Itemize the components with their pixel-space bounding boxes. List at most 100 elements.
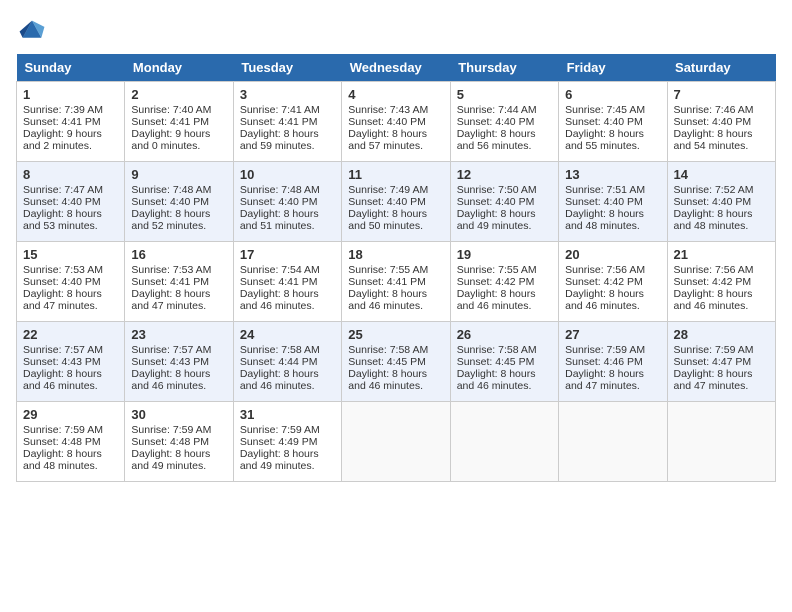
weekday-header-thursday: Thursday [450, 54, 558, 82]
calendar-cell: 6Sunrise: 7:45 AMSunset: 4:40 PMDaylight… [559, 82, 667, 162]
day-number: 14 [674, 167, 769, 182]
sunset-text: Sunset: 4:41 PM [348, 276, 443, 288]
weekday-header-monday: Monday [125, 54, 233, 82]
calendar-cell: 15Sunrise: 7:53 AMSunset: 4:40 PMDayligh… [17, 242, 125, 322]
daylight-text: Daylight: 8 hours and 47 minutes. [131, 288, 226, 312]
calendar-cell: 31Sunrise: 7:59 AMSunset: 4:49 PMDayligh… [233, 402, 341, 482]
calendar-cell: 8Sunrise: 7:47 AMSunset: 4:40 PMDaylight… [17, 162, 125, 242]
sunrise-text: Sunrise: 7:57 AM [23, 344, 118, 356]
day-number: 22 [23, 327, 118, 342]
sunrise-text: Sunrise: 7:49 AM [348, 184, 443, 196]
sunset-text: Sunset: 4:40 PM [348, 196, 443, 208]
calendar-cell: 1Sunrise: 7:39 AMSunset: 4:41 PMDaylight… [17, 82, 125, 162]
sunset-text: Sunset: 4:41 PM [240, 116, 335, 128]
weekday-header-saturday: Saturday [667, 54, 775, 82]
calendar-cell: 14Sunrise: 7:52 AMSunset: 4:40 PMDayligh… [667, 162, 775, 242]
daylight-text: Daylight: 8 hours and 57 minutes. [348, 128, 443, 152]
sunset-text: Sunset: 4:40 PM [457, 116, 552, 128]
calendar-cell [342, 402, 450, 482]
sunset-text: Sunset: 4:40 PM [23, 196, 118, 208]
daylight-text: Daylight: 8 hours and 46 minutes. [240, 288, 335, 312]
sunset-text: Sunset: 4:40 PM [565, 196, 660, 208]
day-number: 19 [457, 247, 552, 262]
sunrise-text: Sunrise: 7:58 AM [240, 344, 335, 356]
day-number: 3 [240, 87, 335, 102]
sunrise-text: Sunrise: 7:53 AM [131, 264, 226, 276]
calendar-cell: 9Sunrise: 7:48 AMSunset: 4:40 PMDaylight… [125, 162, 233, 242]
sunrise-text: Sunrise: 7:58 AM [457, 344, 552, 356]
sunrise-text: Sunrise: 7:54 AM [240, 264, 335, 276]
day-number: 24 [240, 327, 335, 342]
sunset-text: Sunset: 4:45 PM [457, 356, 552, 368]
calendar-cell: 30Sunrise: 7:59 AMSunset: 4:48 PMDayligh… [125, 402, 233, 482]
calendar-cell: 2Sunrise: 7:40 AMSunset: 4:41 PMDaylight… [125, 82, 233, 162]
sunset-text: Sunset: 4:49 PM [240, 436, 335, 448]
day-number: 23 [131, 327, 226, 342]
daylight-text: Daylight: 8 hours and 48 minutes. [565, 208, 660, 232]
sunrise-text: Sunrise: 7:56 AM [565, 264, 660, 276]
sunrise-text: Sunrise: 7:39 AM [23, 104, 118, 116]
sunrise-text: Sunrise: 7:56 AM [674, 264, 769, 276]
daylight-text: Daylight: 8 hours and 46 minutes. [457, 288, 552, 312]
sunset-text: Sunset: 4:42 PM [457, 276, 552, 288]
calendar-cell: 21Sunrise: 7:56 AMSunset: 4:42 PMDayligh… [667, 242, 775, 322]
sunrise-text: Sunrise: 7:52 AM [674, 184, 769, 196]
sunrise-text: Sunrise: 7:41 AM [240, 104, 335, 116]
sunrise-text: Sunrise: 7:45 AM [565, 104, 660, 116]
sunrise-text: Sunrise: 7:59 AM [674, 344, 769, 356]
weekday-header-wednesday: Wednesday [342, 54, 450, 82]
sunset-text: Sunset: 4:44 PM [240, 356, 335, 368]
day-number: 20 [565, 247, 660, 262]
day-number: 13 [565, 167, 660, 182]
daylight-text: Daylight: 8 hours and 49 minutes. [131, 448, 226, 472]
calendar-cell: 19Sunrise: 7:55 AMSunset: 4:42 PMDayligh… [450, 242, 558, 322]
sunrise-text: Sunrise: 7:50 AM [457, 184, 552, 196]
calendar-cell: 5 Sunrise: 7:44 AMSunset: 4:40 PMDaylight… [450, 82, 558, 162]
day-number: 1 [23, 87, 118, 102]
sunrise-text: Sunrise: 7:59 AM [240, 424, 335, 436]
daylight-text: Daylight: 8 hours and 46 minutes. [565, 288, 660, 312]
sunrise-text: Sunrise: 7:59 AM [131, 424, 226, 436]
sunset-text: Sunset: 4:46 PM [565, 356, 660, 368]
day-number: 29 [23, 407, 118, 422]
calendar-cell: 11Sunrise: 7:49 AMSunset: 4:40 PMDayligh… [342, 162, 450, 242]
sunset-text: Sunset: 4:43 PM [131, 356, 226, 368]
sunrise-text: Sunrise: 7:47 AM [23, 184, 118, 196]
calendar-cell: 24Sunrise: 7:58 AMSunset: 4:44 PMDayligh… [233, 322, 341, 402]
sunset-text: Sunset: 4:41 PM [240, 276, 335, 288]
sunrise-text: Sunrise: 7:43 AM [348, 104, 443, 116]
daylight-text: Daylight: 8 hours and 56 minutes. [457, 128, 552, 152]
daylight-text: Daylight: 8 hours and 47 minutes. [23, 288, 118, 312]
sunset-text: Sunset: 4:40 PM [565, 116, 660, 128]
daylight-text: Daylight: 8 hours and 49 minutes. [457, 208, 552, 232]
daylight-text: Daylight: 8 hours and 46 minutes. [348, 288, 443, 312]
calendar-cell: 27Sunrise: 7:59 AMSunset: 4:46 PMDayligh… [559, 322, 667, 402]
day-number: 9 [131, 167, 226, 182]
day-number: 7 [674, 87, 769, 102]
daylight-text: Daylight: 8 hours and 46 minutes. [348, 368, 443, 392]
sunrise-text: Sunrise: 7:57 AM [131, 344, 226, 356]
calendar-cell: 7Sunrise: 7:46 AMSunset: 4:40 PMDaylight… [667, 82, 775, 162]
sunset-text: Sunset: 4:48 PM [23, 436, 118, 448]
sunset-text: Sunset: 4:40 PM [457, 196, 552, 208]
daylight-text: Daylight: 8 hours and 47 minutes. [674, 368, 769, 392]
sunrise-text: Sunrise: 7:40 AM [131, 104, 226, 116]
sunset-text: Sunset: 4:42 PM [565, 276, 660, 288]
calendar-cell: 10Sunrise: 7:48 AMSunset: 4:40 PMDayligh… [233, 162, 341, 242]
day-number: 5 [457, 87, 552, 102]
sunset-text: Sunset: 4:42 PM [674, 276, 769, 288]
daylight-text: Daylight: 9 hours and 2 minutes. [23, 128, 118, 152]
calendar-cell: 28Sunrise: 7:59 AMSunset: 4:47 PMDayligh… [667, 322, 775, 402]
daylight-text: Daylight: 8 hours and 46 minutes. [131, 368, 226, 392]
daylight-text: Daylight: 8 hours and 46 minutes. [457, 368, 552, 392]
calendar-cell: 20 Sunrise: 7:56 AMSunset: 4:42 PMDayligh… [559, 242, 667, 322]
daylight-text: Daylight: 8 hours and 55 minutes. [565, 128, 660, 152]
day-number: 31 [240, 407, 335, 422]
daylight-text: Daylight: 8 hours and 46 minutes. [23, 368, 118, 392]
calendar-cell: 12Sunrise: 7:50 AMSunset: 4:40 PMDayligh… [450, 162, 558, 242]
calendar-cell: 3Sunrise: 7:41 AMSunset: 4:41 PMDaylight… [233, 82, 341, 162]
day-number: 15 [23, 247, 118, 262]
sunrise-text: Sunrise: 7:44 AM [457, 104, 552, 116]
sunset-text: Sunset: 4:41 PM [131, 116, 226, 128]
sunset-text: Sunset: 4:40 PM [348, 116, 443, 128]
